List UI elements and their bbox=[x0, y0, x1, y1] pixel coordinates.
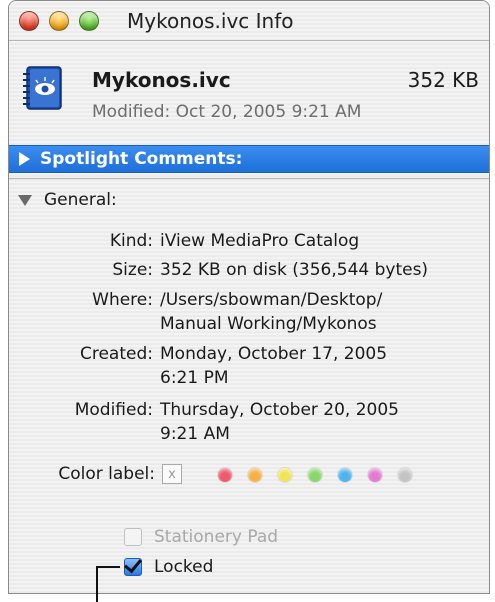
file-name: Mykonos.ivc bbox=[92, 68, 231, 92]
kind-label: Kind: bbox=[109, 231, 153, 251]
minimize-button[interactable] bbox=[49, 10, 69, 31]
title-bar[interactable]: Mykonos.ivc Info bbox=[9, 1, 489, 41]
section-divider bbox=[9, 178, 489, 179]
color-label-text: Color label: bbox=[58, 464, 155, 484]
color-swatch-green[interactable] bbox=[308, 468, 322, 482]
window-controls bbox=[19, 10, 99, 31]
callout-line-vertical bbox=[96, 566, 98, 602]
stationery-pad-label: Stationery Pad bbox=[154, 527, 279, 547]
color-swatch-yellow[interactable] bbox=[278, 468, 292, 482]
color-swatch-purple[interactable] bbox=[368, 468, 382, 482]
general-label: General: bbox=[44, 190, 117, 210]
size-label: Size: bbox=[112, 260, 153, 280]
spotlight-comments-disclosure[interactable]: Spotlight Comments: bbox=[9, 145, 489, 173]
file-size: 352 KB bbox=[407, 68, 479, 92]
catalog-book-icon bbox=[23, 66, 62, 110]
no-color-swatch[interactable]: x bbox=[162, 464, 182, 484]
color-label-row: Color label: x bbox=[0, 462, 495, 490]
locked-checkbox[interactable] bbox=[124, 558, 142, 576]
where-value-line-1: /Users/sbowman/Desktop/ bbox=[160, 290, 383, 310]
created-value-line-2: 6:21 PM bbox=[160, 368, 229, 388]
stationery-pad-checkbox[interactable] bbox=[124, 528, 142, 546]
color-swatch-blue[interactable] bbox=[338, 468, 352, 482]
window-title: Mykonos.ivc Info bbox=[127, 8, 294, 33]
where-label: Where: bbox=[92, 290, 153, 310]
zoom-button[interactable] bbox=[79, 10, 99, 31]
size-value: 352 KB on disk (356,544 bytes) bbox=[160, 260, 429, 280]
created-label: Created: bbox=[79, 344, 153, 364]
color-swatch-gray[interactable] bbox=[398, 468, 412, 482]
general-disclosure[interactable]: General: bbox=[18, 190, 117, 210]
callout-line-horizontal bbox=[97, 566, 120, 568]
locked-checkbox-row[interactable]: Locked bbox=[124, 557, 213, 577]
modified-value-line-1: Thursday, October 20, 2005 bbox=[160, 400, 399, 420]
modified-label: Modified: bbox=[74, 400, 153, 420]
disclosure-triangle-right-icon bbox=[19, 152, 30, 166]
locked-label: Locked bbox=[154, 557, 214, 577]
color-swatch-orange[interactable] bbox=[248, 468, 262, 482]
close-button[interactable] bbox=[19, 10, 39, 31]
color-swatch-red[interactable] bbox=[218, 468, 232, 482]
stationery-pad-checkbox-row[interactable]: Stationery Pad bbox=[124, 527, 278, 547]
disclosure-triangle-down-icon bbox=[18, 194, 32, 206]
modified-value-line-2: 9:21 AM bbox=[160, 424, 230, 444]
where-value-line-2: Manual Working/Mykonos bbox=[160, 314, 377, 334]
file-modified-date: Modified: Oct 20, 2005 9:21 AM bbox=[92, 102, 362, 122]
created-value-line-1: Monday, October 17, 2005 bbox=[160, 344, 388, 364]
spotlight-comments-label: Spotlight Comments: bbox=[40, 149, 243, 169]
kind-value: iView MediaPro Catalog bbox=[160, 231, 360, 251]
